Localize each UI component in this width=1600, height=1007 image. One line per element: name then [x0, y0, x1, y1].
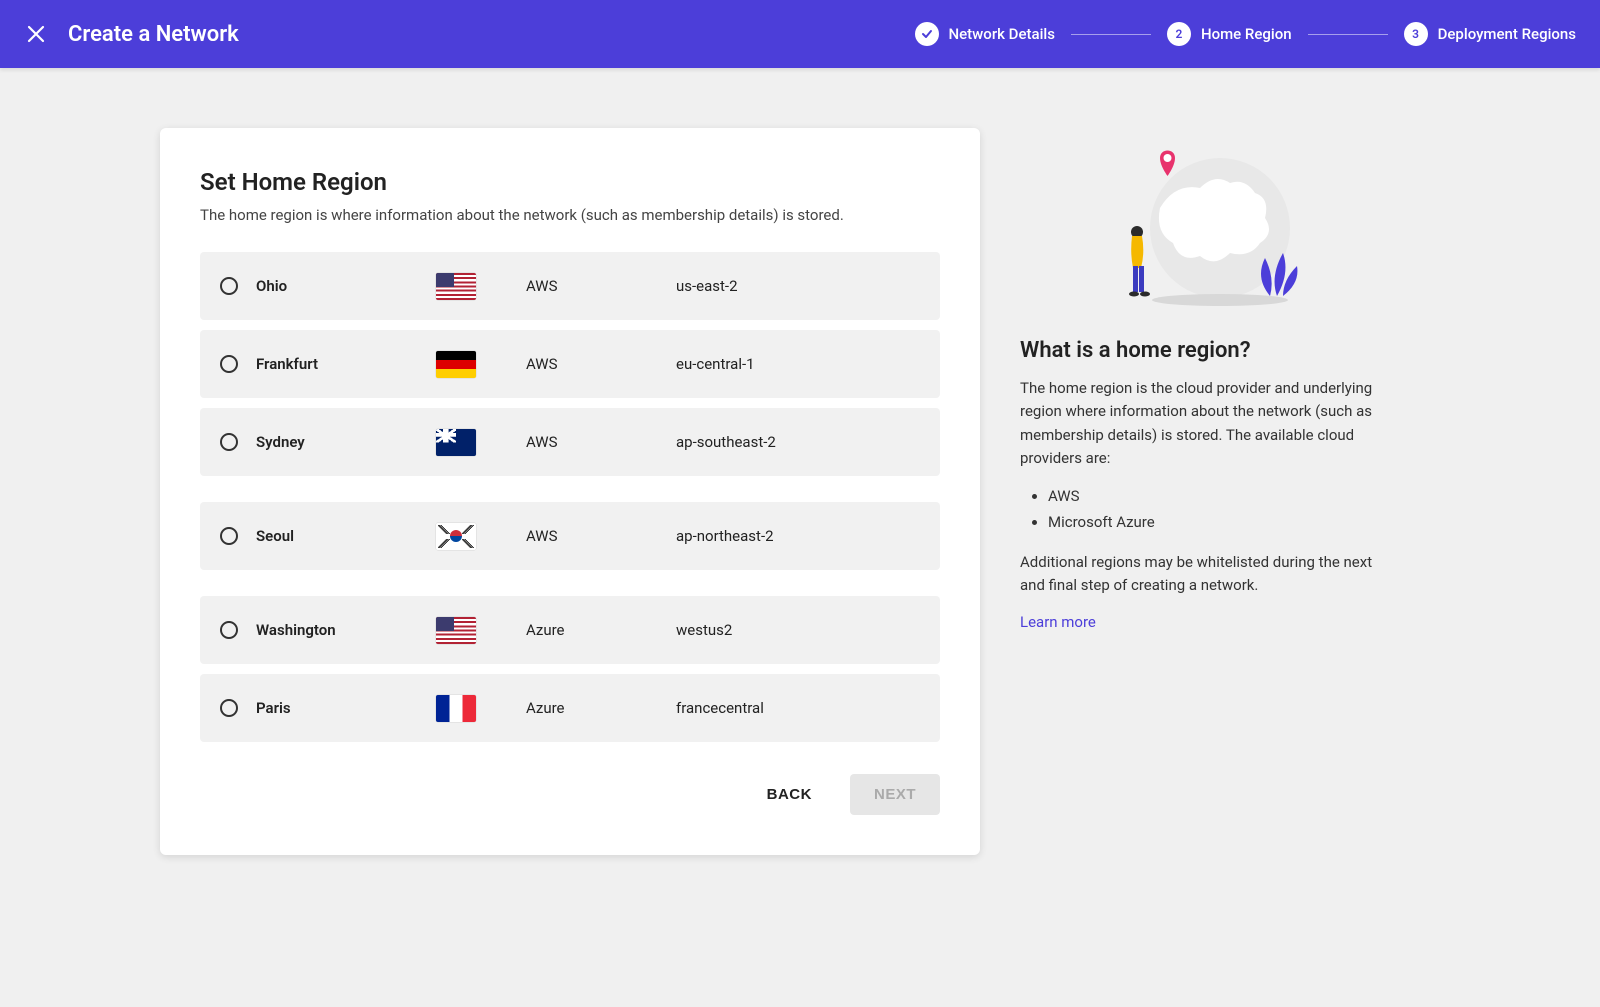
provider-label: AWS	[526, 355, 676, 373]
region-row[interactable]: Ohio AWSus-east-2	[200, 252, 940, 320]
region-list: OhioAWSus-east-2FrankfurtAWSeu-central-1…	[200, 252, 940, 742]
close-icon	[26, 24, 46, 44]
step-badge: 3	[1404, 22, 1428, 46]
back-button[interactable]: BACK	[759, 774, 820, 815]
step-divider	[1308, 34, 1388, 35]
close-button[interactable]	[24, 22, 48, 46]
region-name: Paris	[256, 699, 436, 717]
step-network-details[interactable]: Network Details	[915, 22, 1055, 46]
region-name: Seoul	[256, 527, 436, 545]
header: Create a Network Network Details 2 Home …	[0, 0, 1600, 68]
flag-us-icon	[436, 617, 526, 644]
region-code: eu-central-1	[676, 355, 755, 373]
region-row[interactable]: Seoul AWSap-northeast-2	[200, 502, 940, 570]
step-badge: 2	[1167, 22, 1191, 46]
radio-button[interactable]	[220, 433, 238, 451]
radio-button[interactable]	[220, 527, 238, 545]
region-code: westus2	[676, 621, 732, 639]
step-home-region[interactable]: 2 Home Region	[1167, 22, 1292, 46]
learn-more-link[interactable]: Learn more	[1020, 613, 1096, 631]
step-deployment-regions[interactable]: 3 Deployment Regions	[1404, 22, 1576, 46]
region-card: Set Home Region The home region is where…	[160, 128, 980, 855]
flag-kr-icon	[436, 523, 526, 550]
card-title: Set Home Region	[200, 168, 940, 196]
region-name: Sydney	[256, 433, 436, 451]
provider-label: Azure	[526, 699, 676, 717]
region-code: ap-northeast-2	[676, 527, 774, 545]
region-code: us-east-2	[676, 277, 738, 295]
region-name: Ohio	[256, 277, 436, 295]
radio-button[interactable]	[220, 621, 238, 639]
step-label: Deployment Regions	[1438, 25, 1576, 43]
flag-de-icon	[436, 351, 526, 378]
provider-label: AWS	[526, 527, 676, 545]
provider-list: AWSMicrosoft Azure	[1048, 484, 1390, 535]
step-label: Home Region	[1201, 25, 1292, 43]
provider-label: AWS	[526, 277, 676, 295]
step-label: Network Details	[949, 25, 1055, 43]
region-code: francecentral	[676, 699, 764, 717]
flag-au-icon	[436, 429, 526, 456]
region-row[interactable]: Frankfurt AWSeu-central-1	[200, 330, 940, 398]
sidebar-text: The home region is the cloud provider an…	[1020, 377, 1390, 470]
region-name: Washington	[256, 621, 436, 639]
next-button[interactable]: NEXT	[850, 774, 940, 815]
region-name: Frankfurt	[256, 355, 436, 373]
flag-fr-icon	[436, 695, 526, 722]
sidebar-title: What is a home region?	[1020, 338, 1390, 363]
check-icon	[915, 22, 939, 46]
region-code: ap-southeast-2	[676, 433, 776, 451]
globe-illustration	[1105, 128, 1305, 308]
region-row[interactable]: Sydney AWSap-southeast-2	[200, 408, 940, 476]
flag-us-icon	[436, 273, 526, 300]
region-row[interactable]: Paris Azurefrancecentral	[200, 674, 940, 742]
stepper: Network Details 2 Home Region 3 Deployme…	[915, 22, 1577, 46]
sidebar: What is a home region? The home region i…	[1020, 128, 1390, 631]
card-subtitle: The home region is where information abo…	[200, 206, 940, 224]
list-item: Microsoft Azure	[1048, 510, 1390, 536]
radio-button[interactable]	[220, 277, 238, 295]
sidebar-text: Additional regions may be whitelisted du…	[1020, 551, 1390, 598]
radio-button[interactable]	[220, 355, 238, 373]
region-row[interactable]: Washington Azurewestus2	[200, 596, 940, 664]
page-title: Create a Network	[68, 22, 239, 47]
provider-label: Azure	[526, 621, 676, 639]
provider-label: AWS	[526, 433, 676, 451]
step-divider	[1071, 34, 1151, 35]
list-item: AWS	[1048, 484, 1390, 510]
radio-button[interactable]	[220, 699, 238, 717]
